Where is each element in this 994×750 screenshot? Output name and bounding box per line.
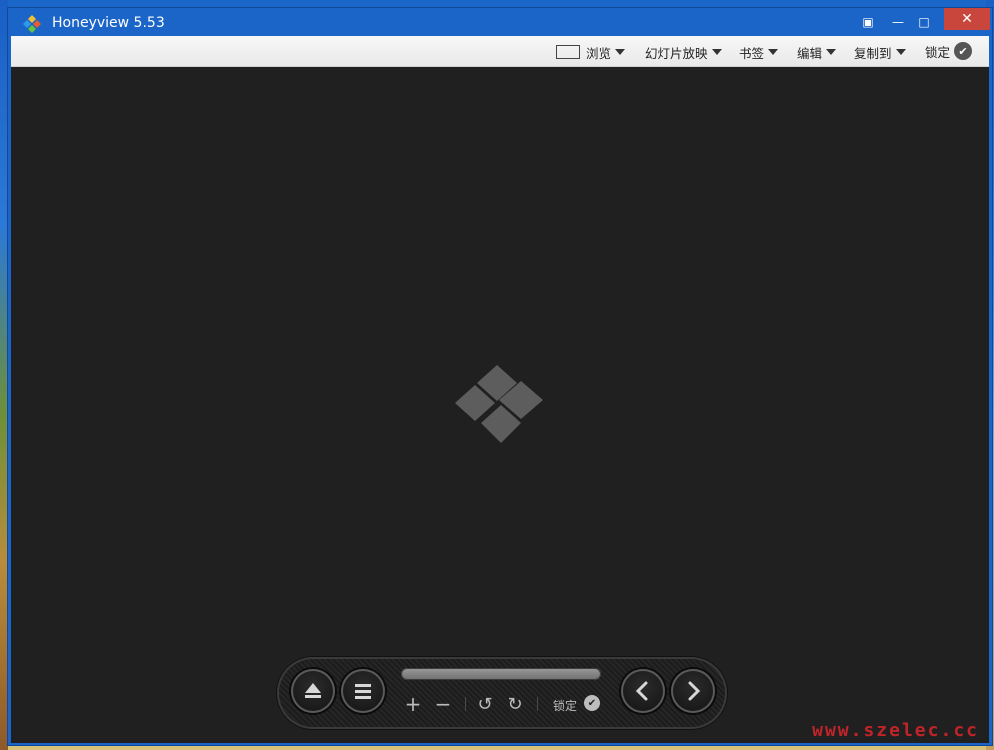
fit-window-icon (556, 45, 580, 59)
menu-edit[interactable]: 编辑 (797, 43, 837, 61)
chevron-down-icon (615, 49, 626, 55)
menu-slideshow[interactable]: 幻灯片放映 (645, 43, 722, 61)
close-icon: ✕ (961, 11, 973, 27)
divider (537, 697, 538, 711)
window-title: Honeyview 5.53 (52, 15, 165, 31)
rotate-left-icon: ↺ (477, 693, 493, 715)
zoom-in-button[interactable]: + (403, 692, 423, 716)
watermark-text: www.szelec.cc (812, 720, 979, 741)
desktop-background-left (0, 0, 8, 750)
rotate-left-button[interactable]: ↺ (475, 693, 495, 715)
open-file-button[interactable] (291, 669, 335, 713)
rotate-right-icon: ↻ (507, 693, 523, 715)
menu-edit-label: 编辑 (797, 45, 823, 61)
next-image-button[interactable] (671, 669, 715, 713)
menu-button[interactable] (341, 669, 385, 713)
honeyview-logo-icon (23, 15, 41, 33)
menu-browse[interactable]: 浏览 (556, 43, 626, 61)
close-button[interactable]: ✕ (944, 8, 990, 30)
floating-control-bar: + − ↺ ↻ 锁定 ✔ (277, 657, 727, 729)
maximize-button[interactable]: □ (910, 8, 938, 36)
minus-icon: − (434, 692, 452, 716)
check-circle-icon[interactable]: ✔ (584, 695, 600, 711)
honeyview-window: Honeyview 5.53 ▣ — □ ✕ 浏览 幻灯片放映 书签 编辑 复制… (8, 8, 992, 745)
plus-icon: + (404, 692, 422, 716)
lock-label[interactable]: 锁定 (553, 697, 577, 714)
rotate-right-button[interactable]: ↻ (505, 693, 525, 715)
chevron-right-icon (688, 681, 701, 701)
capture-button[interactable]: ▣ (854, 8, 882, 36)
divider (465, 697, 466, 711)
lock-toggle[interactable]: 锁定 ✔ (925, 42, 973, 60)
minimize-icon: — (892, 15, 904, 29)
zoom-slider[interactable] (401, 668, 601, 680)
menu-bookmark[interactable]: 书签 (739, 43, 779, 61)
title-bar[interactable]: Honeyview 5.53 ▣ — □ ✕ (8, 8, 992, 36)
menu-browse-label: 浏览 (586, 45, 612, 61)
previous-image-button[interactable] (621, 669, 665, 713)
minimize-button[interactable]: — (884, 8, 912, 36)
chevron-down-icon (768, 49, 779, 55)
check-circle-icon: ✔ (954, 42, 973, 60)
chevron-down-icon (711, 49, 722, 55)
menu-bar: 浏览 幻灯片放映 书签 编辑 复制到 锁定 ✔ (11, 36, 989, 67)
menu-slideshow-label: 幻灯片放映 (645, 45, 708, 61)
menu-copy-to-label: 复制到 (854, 45, 892, 61)
chevron-down-icon (826, 49, 837, 55)
chevron-left-icon (635, 681, 648, 701)
menu-copy-to[interactable]: 复制到 (854, 43, 906, 61)
eject-icon (305, 683, 321, 698)
image-canvas[interactable]: + − ↺ ↻ 锁定 ✔ www.szelec.cc (11, 67, 989, 743)
lock-label: 锁定 (925, 44, 951, 60)
menu-icon (355, 684, 371, 699)
capture-icon: ▣ (862, 15, 874, 29)
menu-bookmark-label: 书签 (739, 45, 765, 61)
maximize-icon: □ (918, 15, 930, 29)
honeyview-placeholder-logo-icon (455, 365, 543, 443)
chevron-down-icon (895, 49, 906, 55)
zoom-out-button[interactable]: − (433, 692, 453, 716)
